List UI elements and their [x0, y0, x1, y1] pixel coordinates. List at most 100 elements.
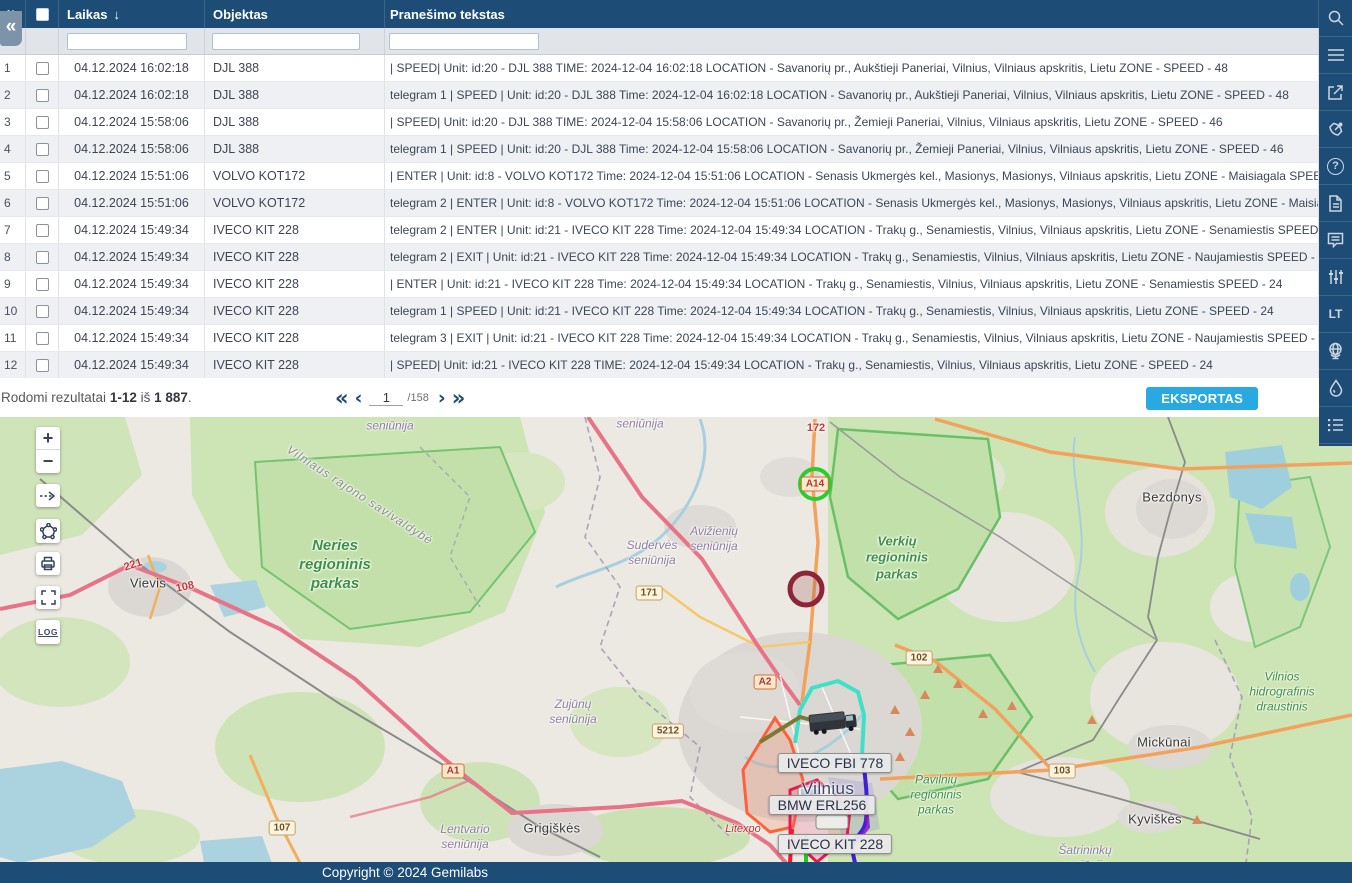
filter-row [0, 28, 1319, 55]
results-range: 1-12 [110, 390, 137, 405]
table-row[interactable]: 404.12.2024 15:58:06DJL 388telegram 1 | … [0, 136, 1319, 163]
table-row[interactable]: 1204.12.2024 15:49:34IVECO KIT 228| SPEE… [0, 352, 1319, 379]
row-time: 04.12.2024 15:49:34 [59, 352, 205, 378]
row-number: 9 [0, 271, 26, 297]
filter-laikas-input[interactable] [67, 33, 187, 50]
zoom-out-button[interactable]: − [36, 450, 60, 473]
map-canvas[interactable]: + − LOG VievisGrigiškėsBe [0, 417, 1352, 883]
vehicle-tooltip[interactable]: IVECO KIT 228 [778, 834, 892, 854]
row-checkbox[interactable] [36, 143, 49, 156]
column-header-objektas[interactable]: Objektas [205, 0, 385, 28]
sidebar-language[interactable]: LT [1319, 296, 1352, 333]
table-row[interactable]: 204.12.2024 16:02:18DJL 388telegram 1 | … [0, 82, 1319, 109]
select-all-checkbox[interactable] [36, 8, 49, 21]
last-page-button[interactable]: » [449, 388, 469, 408]
sidebar-globe[interactable] [1319, 333, 1352, 370]
sidebar-satellite[interactable] [1319, 111, 1352, 148]
table-row[interactable]: 1104.12.2024 15:49:34IVECO KIT 228telegr… [0, 325, 1319, 352]
table-row[interactable]: 604.12.2024 15:51:06VOLVO KOT172telegram… [0, 190, 1319, 217]
row-checkbox[interactable] [36, 359, 49, 372]
row-number: 6 [0, 190, 26, 216]
row-checkbox[interactable] [36, 197, 49, 210]
row-message: | SPEED| Unit: id:20 - DJL 388 TIME: 202… [385, 55, 1319, 81]
row-number: 10 [0, 298, 26, 324]
pagination-bar: Rodomi rezultatai 1-12 iš 1 887. « ‹ /15… [0, 378, 1319, 417]
vehicle-tooltip[interactable]: BMW ERL256 [769, 795, 876, 815]
row-object: IVECO KIT 228 [205, 244, 385, 270]
row-checkbox[interactable] [36, 251, 49, 264]
table-row[interactable]: 104.12.2024 16:02:18DJL 388| SPEED| Unit… [0, 55, 1319, 82]
row-object: VOLVO KOT172 [205, 163, 385, 189]
column-header-laikas[interactable]: Laikas↓ [59, 0, 205, 28]
row-checkbox-cell [26, 217, 59, 243]
results-summary: Rodomi rezultatai 1-12 iš 1 887. [1, 390, 192, 405]
table-row[interactable]: 904.12.2024 15:49:34IVECO KIT 228| ENTER… [0, 271, 1319, 298]
messages-table: № Laikas↓ Objektas Pranešimo tekstas 104… [0, 0, 1319, 379]
next-page-button[interactable]: › [435, 388, 449, 408]
track-arrow-button[interactable] [36, 484, 60, 507]
row-object: DJL 388 [205, 55, 385, 81]
filter-message-input[interactable] [389, 33, 539, 50]
vehicle-tooltip[interactable]: IVECO FBI 778 [778, 753, 892, 773]
polygon-tool-button[interactable] [36, 519, 60, 543]
list-icon [1327, 418, 1344, 432]
right-sidebar: ? LT [1319, 0, 1352, 446]
table-row[interactable]: 504.12.2024 15:51:06VOLVO KOT172| ENTER … [0, 163, 1319, 190]
prev-page-button[interactable]: ‹ [352, 388, 366, 408]
sidebar-list[interactable] [1319, 407, 1352, 444]
row-checkbox[interactable] [36, 332, 49, 345]
table-row[interactable]: 1004.12.2024 15:49:34IVECO KIT 228telegr… [0, 298, 1319, 325]
row-message: | ENTER | Unit: id:8 - VOLVO KOT172 Time… [385, 163, 1319, 189]
table-row[interactable]: 704.12.2024 15:49:34IVECO KIT 228telegra… [0, 217, 1319, 244]
table-row[interactable]: 804.12.2024 15:49:34IVECO KIT 228telegra… [0, 244, 1319, 271]
zoom-in-button[interactable]: + [36, 427, 60, 450]
sidebar-document[interactable] [1319, 185, 1352, 222]
row-time: 04.12.2024 15:49:34 [59, 325, 205, 351]
row-message: telegram 3 | EXIT | Unit: id:21 - IVECO … [385, 325, 1319, 351]
row-checkbox-cell [26, 163, 59, 189]
filter-objektas-input[interactable] [212, 33, 360, 50]
sort-desc-icon[interactable]: ↓ [113, 7, 120, 22]
row-time: 04.12.2024 16:02:18 [59, 82, 205, 108]
sidebar-fuel[interactable] [1319, 370, 1352, 407]
print-map-button[interactable] [36, 552, 60, 575]
row-object: DJL 388 [205, 109, 385, 135]
row-object: IVECO KIT 228 [205, 217, 385, 243]
row-message: telegram 2 | ENTER | Unit: id:21 - IVECO… [385, 217, 1319, 243]
sidebar-menu[interactable] [1319, 37, 1352, 74]
column-header-pranesimo-tekstas[interactable]: Pranešimo tekstas [385, 0, 1319, 28]
row-checkbox[interactable] [36, 116, 49, 129]
row-number: 1 [0, 55, 26, 81]
table-row[interactable]: 304.12.2024 15:58:06DJL 388| SPEED| Unit… [0, 109, 1319, 136]
satellite-icon [1327, 121, 1344, 138]
filters-icon [1328, 269, 1344, 285]
row-message: | ENTER | Unit: id:21 - IVECO KIT 228 Ti… [385, 271, 1319, 297]
log-button[interactable]: LOG [36, 620, 60, 644]
column-header-checkbox[interactable] [26, 0, 59, 28]
sidebar-open-panel[interactable] [1319, 74, 1352, 111]
export-button[interactable]: EKSPORTAS [1146, 387, 1258, 410]
sidebar-help[interactable]: ? [1319, 148, 1352, 185]
fullscreen-button[interactable] [36, 586, 60, 609]
page-number-input[interactable] [369, 390, 403, 406]
row-checkbox[interactable] [36, 62, 49, 75]
collapse-panel-button[interactable]: « [0, 11, 22, 46]
help-icon: ? [1327, 158, 1344, 175]
row-checkbox[interactable] [36, 305, 49, 318]
row-checkbox[interactable] [36, 170, 49, 183]
row-checkbox-cell [26, 55, 59, 81]
road-shield-171: 171 [636, 586, 663, 601]
row-checkbox[interactable] [36, 278, 49, 291]
pager: « ‹ /158 › » [332, 388, 468, 408]
sidebar-search[interactable] [1319, 0, 1352, 37]
row-checkbox[interactable] [36, 224, 49, 237]
row-checkbox[interactable] [36, 89, 49, 102]
first-page-button[interactable]: « [332, 388, 352, 408]
sidebar-filters[interactable] [1319, 259, 1352, 296]
map-base-graphics [0, 417, 1352, 863]
sidebar-comments[interactable] [1319, 222, 1352, 259]
row-message: telegram 2 | EXIT | Unit: id:21 - IVECO … [385, 244, 1319, 270]
results-total: 1 887 [154, 390, 188, 405]
row-time: 04.12.2024 15:49:34 [59, 217, 205, 243]
row-time: 04.12.2024 15:51:06 [59, 190, 205, 216]
